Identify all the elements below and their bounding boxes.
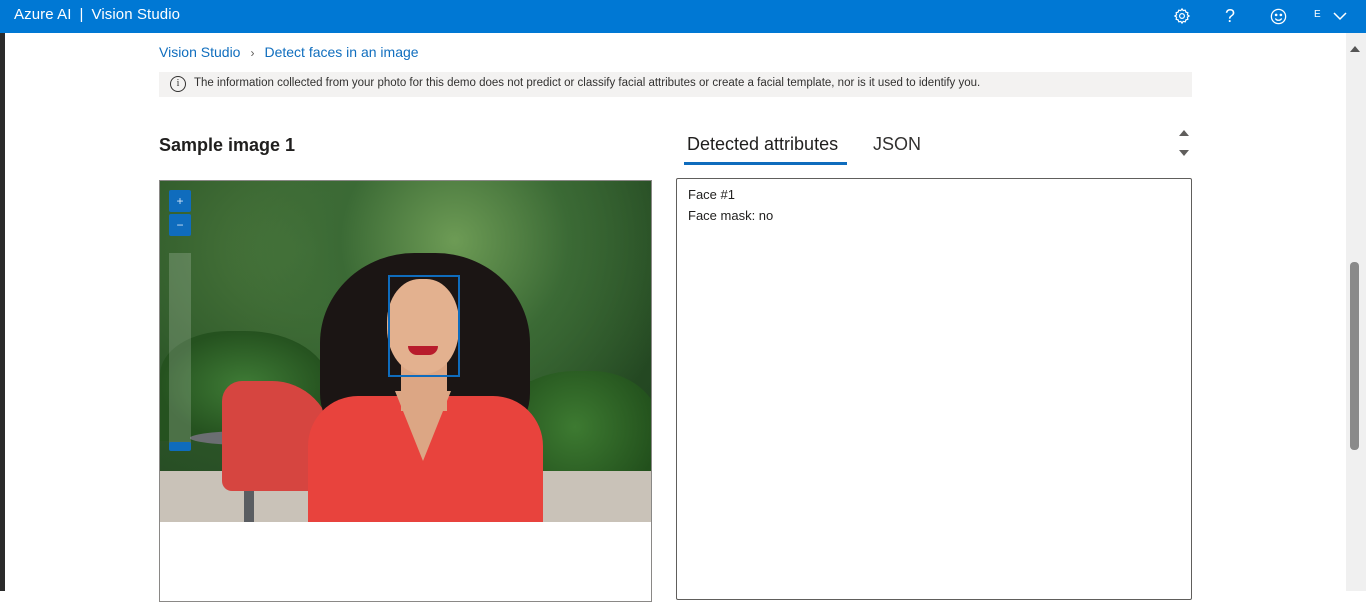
user-avatar-initial[interactable]: E	[1314, 9, 1321, 20]
app-title[interactable]: Azure AI | Vision Studio	[14, 6, 180, 23]
face-bounding-box[interactable]	[388, 275, 460, 377]
face-label: Face #1	[688, 187, 735, 202]
active-tab-indicator	[684, 162, 847, 165]
banner-text: The information collected from your phot…	[194, 77, 981, 89]
face-mask-result: Face mask: no	[688, 208, 774, 223]
scroll-down-icon[interactable]	[1179, 150, 1189, 156]
zoom-in-button[interactable]: +	[169, 190, 191, 212]
chevron-right-icon: ›	[250, 46, 255, 60]
zoom-slider[interactable]	[169, 253, 191, 448]
scroll-up-icon[interactable]	[1179, 130, 1189, 136]
results-panel: Face #1 Face mask: no	[676, 178, 1192, 600]
tab-json[interactable]: JSON	[873, 134, 921, 155]
tab-detected-attributes[interactable]: Detected attributes	[687, 134, 838, 155]
product-name: Vision Studio	[91, 6, 181, 23]
image-viewer: + −	[159, 180, 652, 602]
window-frame	[0, 33, 5, 591]
feedback-smiley-icon[interactable]	[1266, 4, 1290, 28]
scrollbar-thumb[interactable]	[1350, 262, 1359, 450]
breadcrumb-root-link[interactable]: Vision Studio	[159, 44, 240, 60]
help-icon[interactable]: ?	[1218, 4, 1242, 28]
top-bar: Azure AI | Vision Studio ? E	[0, 0, 1366, 33]
breadcrumb: Vision Studio › Detect faces in an image	[159, 44, 419, 60]
zoom-slider-handle[interactable]	[169, 442, 191, 451]
gear-icon[interactable]	[1170, 4, 1194, 28]
scroll-up-arrow-icon[interactable]	[1350, 46, 1360, 52]
chevron-down-icon[interactable]	[1328, 4, 1352, 28]
sample-image-title: Sample image 1	[159, 135, 296, 155]
zoom-out-button[interactable]: −	[169, 214, 191, 236]
info-banner: i The information collected from your ph…	[159, 72, 1192, 97]
info-icon: i	[170, 76, 186, 92]
brand-separator: |	[79, 6, 84, 23]
breadcrumb-current[interactable]: Detect faces in an image	[264, 44, 418, 60]
brand-name: Azure AI	[14, 6, 72, 23]
